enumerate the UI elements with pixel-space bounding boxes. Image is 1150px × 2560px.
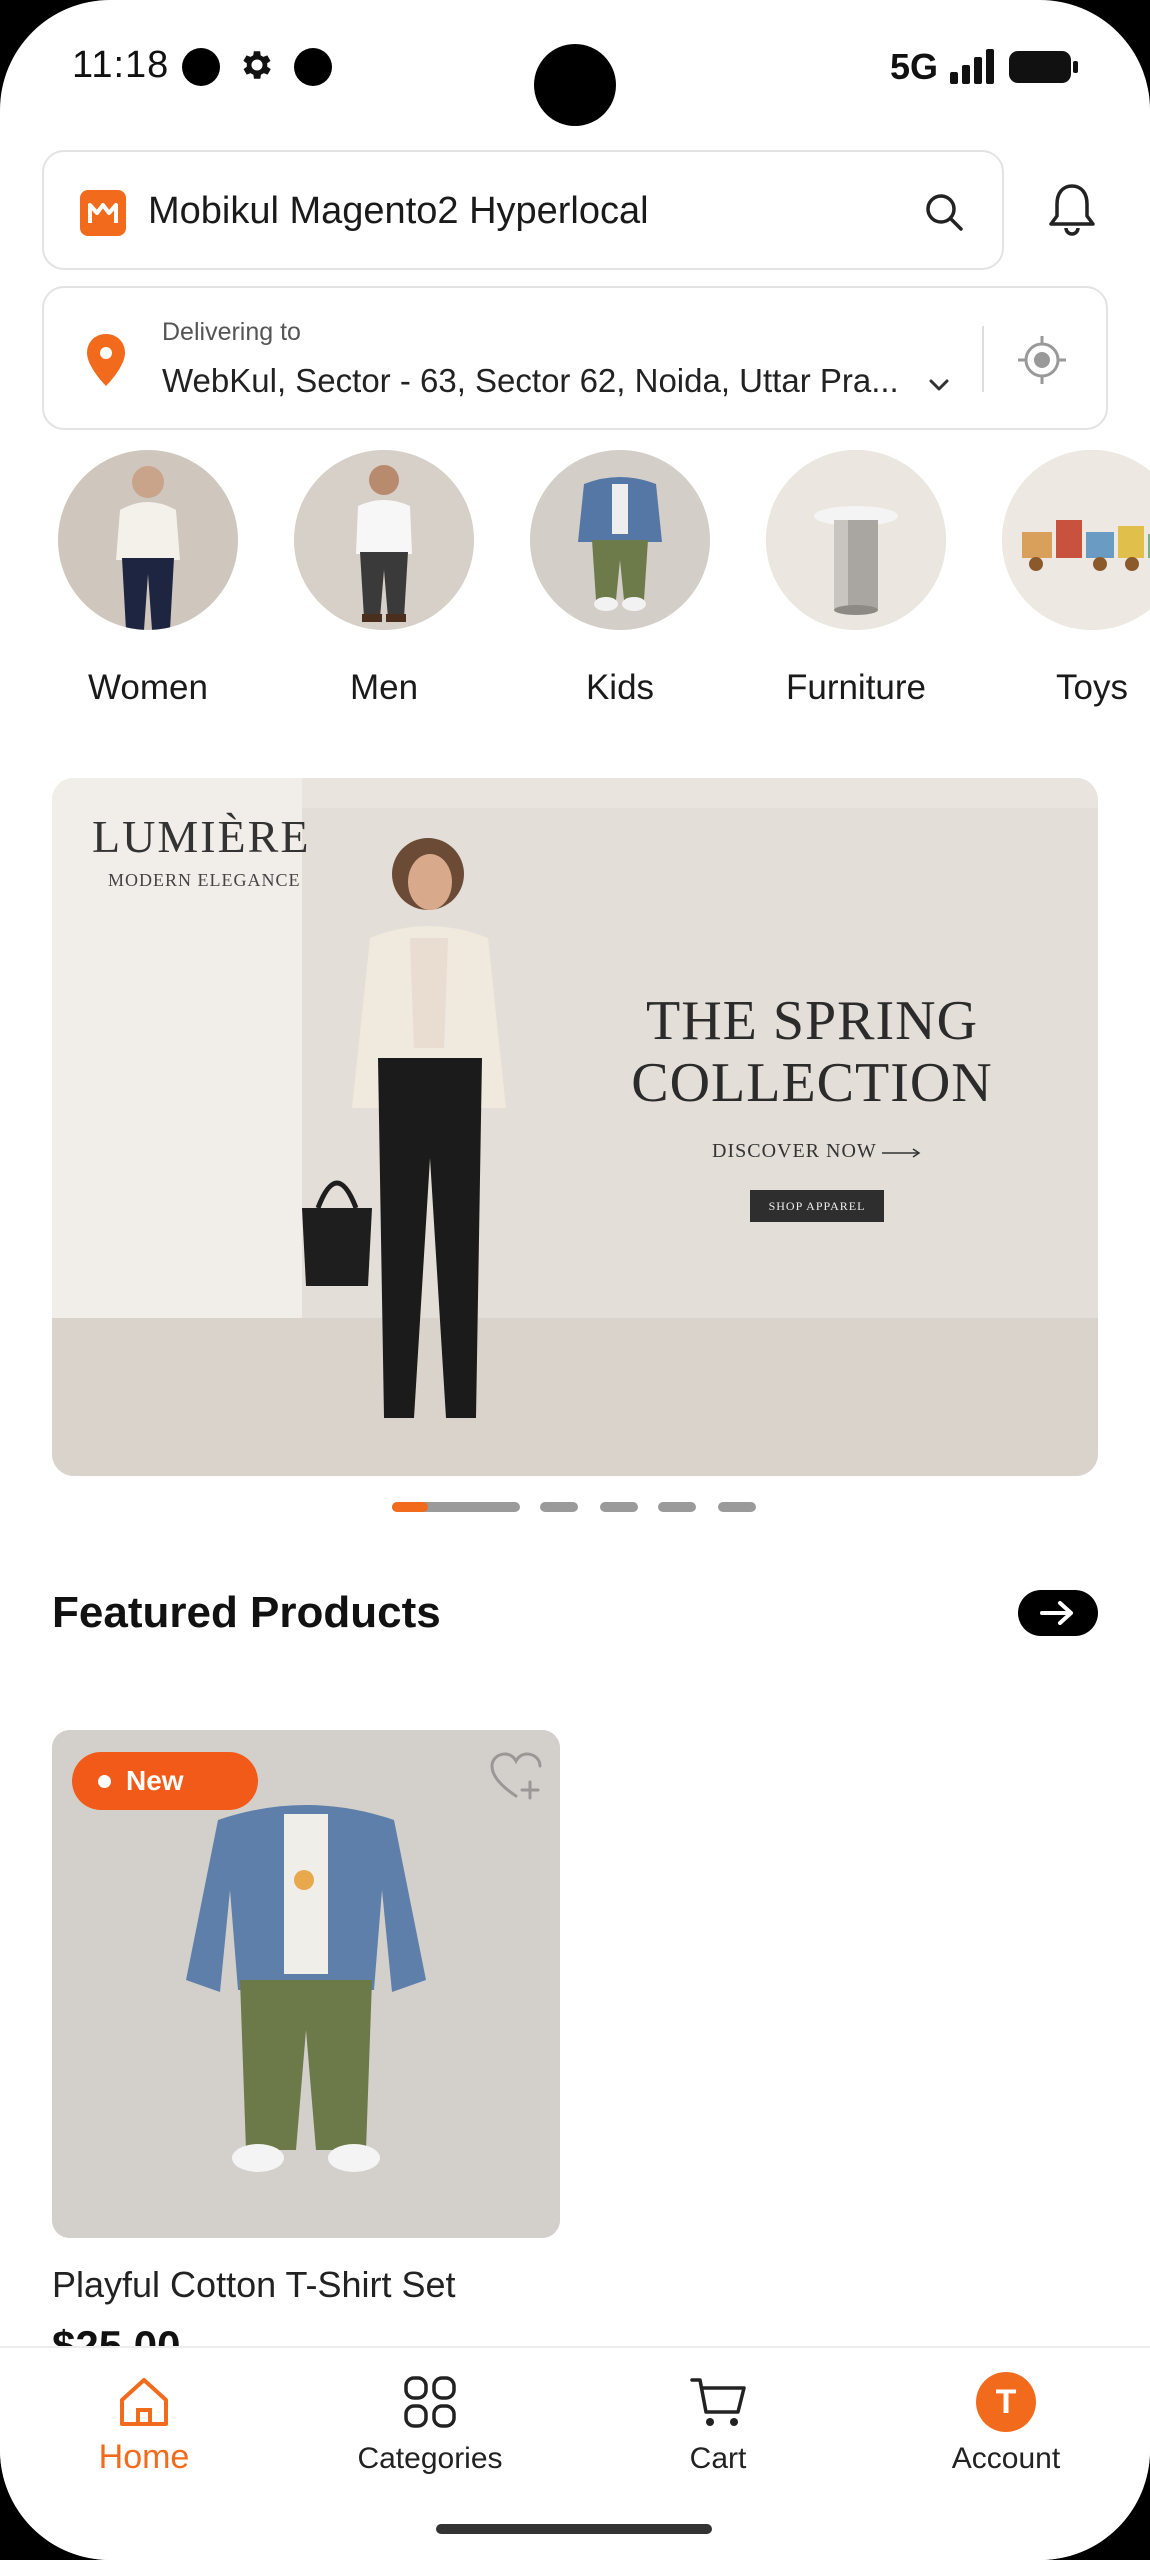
status-time: 11:18 bbox=[72, 44, 170, 86]
category-label: Women bbox=[88, 668, 208, 707]
nav-account[interactable]: T Account bbox=[886, 2372, 1126, 2476]
categories-grid-icon bbox=[404, 2376, 456, 2428]
delivery-location-card[interactable]: Delivering to WebKul, Sector - 63, Secto… bbox=[42, 286, 1108, 430]
banner-brand: LUMIÈRE bbox=[92, 811, 311, 862]
banner-pager bbox=[392, 1502, 764, 1512]
category-image bbox=[766, 450, 946, 630]
search-icon[interactable] bbox=[920, 188, 968, 236]
product-card[interactable]: New bbox=[52, 1730, 560, 2250]
pager-dot-progress bbox=[392, 1502, 428, 1512]
category-label: Toys bbox=[1056, 668, 1128, 707]
category-furniture[interactable]: Furniture bbox=[756, 450, 956, 722]
location-pin-icon bbox=[87, 334, 125, 386]
category-label: Furniture bbox=[785, 668, 927, 707]
notification-dot-icon bbox=[182, 48, 220, 86]
nav-home[interactable]: Home bbox=[24, 2372, 264, 2477]
current-location-icon[interactable] bbox=[1014, 332, 1070, 388]
badge-dot-icon bbox=[98, 1775, 111, 1788]
banner-headline-line1: THE SPRING bbox=[645, 990, 979, 1052]
app-logo-icon bbox=[80, 190, 126, 236]
cart-icon bbox=[690, 2378, 746, 2426]
banner-discover-link[interactable]: DISCOVER NOW bbox=[712, 1140, 877, 1163]
notification-dot-icon bbox=[294, 48, 332, 86]
signal-icon bbox=[950, 49, 994, 84]
nav-categories[interactable]: Categories bbox=[310, 2372, 550, 2476]
pager-dot[interactable] bbox=[600, 1502, 638, 1512]
view-all-button[interactable] bbox=[1018, 1590, 1098, 1636]
new-badge: New bbox=[72, 1752, 258, 1810]
network-type: 5G bbox=[890, 46, 939, 87]
nav-label: Account bbox=[951, 2442, 1061, 2475]
home-icon bbox=[120, 2378, 168, 2426]
status-bar: 11:18 5G bbox=[0, 0, 1150, 130]
featured-products-title: Featured Products bbox=[52, 1588, 441, 1637]
search-bar[interactable]: Mobikul Magento2 Hyperlocal bbox=[42, 150, 1004, 270]
pager-dot[interactable] bbox=[658, 1502, 696, 1512]
nav-label: Cart bbox=[689, 2442, 747, 2475]
bell-icon[interactable] bbox=[1046, 180, 1098, 240]
divider bbox=[982, 326, 984, 392]
category-toys[interactable]: Toys bbox=[992, 450, 1150, 722]
chevron-down-icon[interactable] bbox=[924, 370, 954, 400]
category-label: Kids bbox=[585, 668, 655, 707]
new-badge-label: New bbox=[126, 1765, 184, 1796]
camera-cutout bbox=[534, 44, 616, 126]
category-men[interactable]: Men bbox=[284, 450, 484, 722]
pager-dot[interactable] bbox=[540, 1502, 578, 1512]
pager-dot[interactable] bbox=[718, 1502, 756, 1512]
nav-label: Home bbox=[98, 2438, 190, 2476]
account-avatar: T bbox=[976, 2372, 1036, 2432]
promo-banner[interactable]: LUMIÈRE MODERN ELEGANCE THE SPRING COLLE… bbox=[52, 778, 1098, 1476]
category-image bbox=[58, 450, 238, 630]
nav-cart[interactable]: Cart bbox=[598, 2372, 838, 2476]
product-image[interactable]: New bbox=[52, 1730, 560, 2238]
shop-apparel-button[interactable]: SHOP APPAREL bbox=[750, 1190, 884, 1222]
banner-headline: THE SPRING COLLECTION bbox=[612, 990, 1012, 1114]
nav-label: Categories bbox=[357, 2442, 503, 2475]
delivery-address: WebKul, Sector - 63, Sector 62, Noida, U… bbox=[162, 362, 899, 399]
delivering-to-label: Delivering to bbox=[162, 318, 301, 346]
category-image bbox=[1002, 450, 1150, 630]
category-women[interactable]: Women bbox=[48, 450, 248, 722]
category-kids[interactable]: Kids bbox=[520, 450, 720, 722]
product-name[interactable]: Playful Cotton T-Shirt Set bbox=[52, 2264, 456, 2306]
settings-gear-icon bbox=[243, 51, 271, 79]
category-label: Men bbox=[349, 668, 419, 707]
banner-headline-line2: COLLECTION bbox=[631, 1052, 993, 1114]
banner-tagline: MODERN ELEGANCE bbox=[108, 870, 301, 890]
arrow-right-icon bbox=[882, 1148, 921, 1158]
app-title: Mobikul Magento2 Hyperlocal bbox=[148, 190, 649, 232]
category-image bbox=[530, 450, 710, 630]
battery-icon bbox=[1009, 51, 1078, 83]
home-indicator[interactable] bbox=[436, 2524, 712, 2534]
wishlist-heart-icon[interactable] bbox=[488, 1750, 544, 1802]
product-price: $25.00 bbox=[52, 2322, 181, 2348]
arrow-right-icon bbox=[1040, 1601, 1073, 1625]
phone-screen: 11:18 5G Mobikul Magento2 Hyperlocal Del… bbox=[0, 0, 1150, 2560]
category-image bbox=[294, 450, 474, 630]
